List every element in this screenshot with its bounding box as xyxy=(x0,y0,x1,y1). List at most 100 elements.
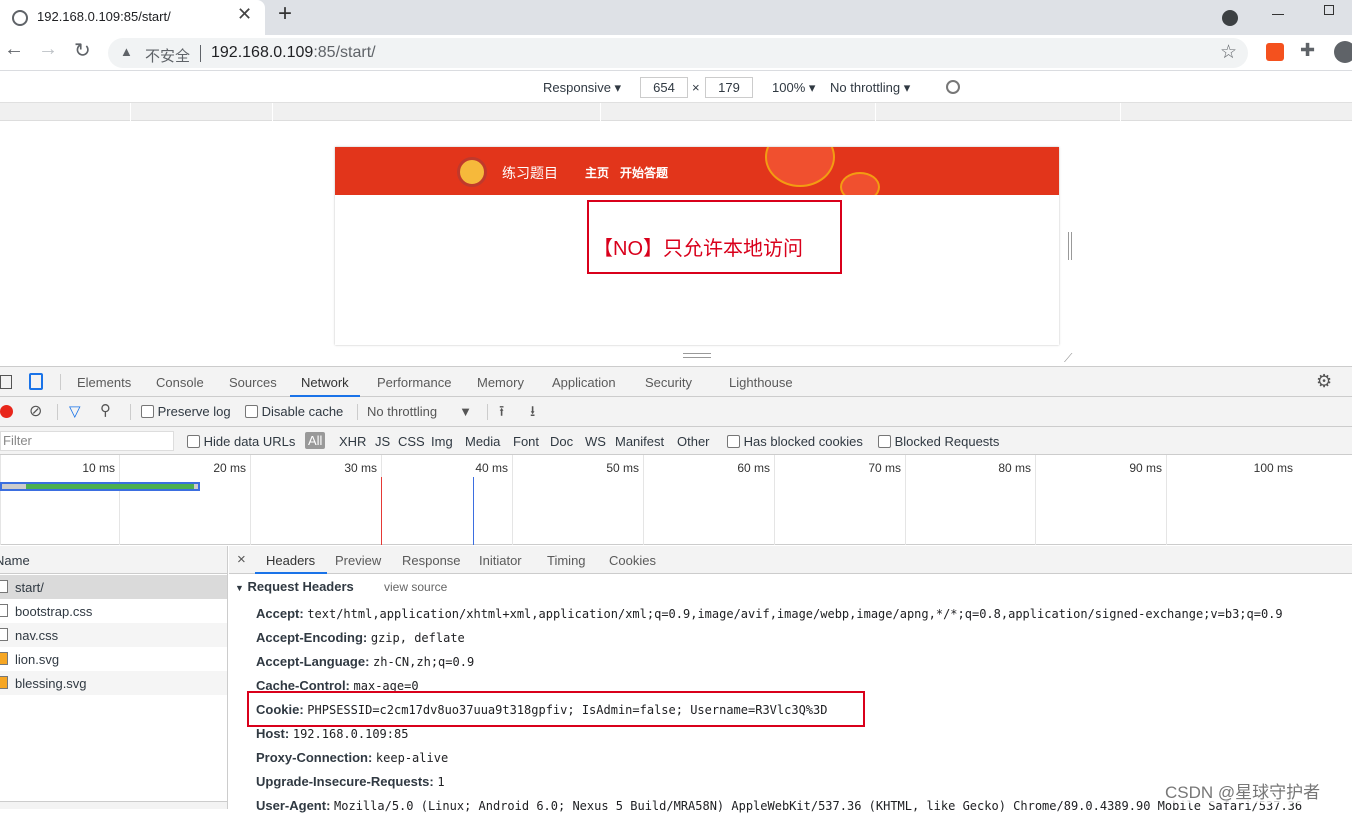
export-har-icon[interactable]: ⭳ xyxy=(530,401,535,426)
resize-handle-bottom[interactable] xyxy=(683,353,711,358)
not-secure-label[interactable]: 不安全 xyxy=(145,45,190,66)
type-filter-doc[interactable]: Doc xyxy=(550,434,573,449)
height-input[interactable]: 179 xyxy=(705,77,753,98)
zoom-select[interactable]: 100% ▾ xyxy=(772,80,815,96)
tab-sources[interactable]: Sources xyxy=(229,375,277,390)
profile-avatar[interactable] xyxy=(1334,41,1352,63)
type-filter-other[interactable]: Other xyxy=(677,434,710,449)
restore-icon[interactable] xyxy=(1324,5,1334,15)
header-name: Accept: xyxy=(256,606,304,621)
settings-gear-icon[interactable]: ⚙ xyxy=(1316,371,1332,392)
address-bar[interactable]: ▲ 不安全 192.168.0.109:85/start/ ☆ xyxy=(108,38,1248,68)
type-filter-img[interactable]: Img xyxy=(431,434,453,449)
width-input[interactable]: 654 xyxy=(640,77,688,98)
timeline-tick: 30 ms xyxy=(250,455,381,545)
tab-preview[interactable]: Preview xyxy=(335,553,381,568)
domcontentloaded-line xyxy=(473,477,474,545)
has-blocked-cookies-box xyxy=(727,435,740,448)
network-overview-timeline[interactable]: 10 ms 20 ms 30 ms 40 ms 50 ms 60 ms 70 m… xyxy=(0,455,1352,545)
mq-divider xyxy=(130,103,131,121)
header-value: text/html,application/xhtml+xml,applicat… xyxy=(307,607,1283,621)
import-har-icon[interactable]: ⭱ xyxy=(499,401,504,426)
blocked-requests-checkbox[interactable]: Blocked Requests xyxy=(878,434,999,449)
request-headers-section[interactable]: ▼ Request Headers xyxy=(235,579,354,594)
header-name: Accept-Encoding: xyxy=(256,630,368,645)
rotate-icon[interactable] xyxy=(946,80,960,94)
header-value: 192.168.0.109:85 xyxy=(292,727,409,741)
tick-label: 80 ms xyxy=(998,461,1031,475)
back-icon[interactable]: ← xyxy=(4,38,24,61)
tab-timing[interactable]: Timing xyxy=(547,553,586,568)
device-select[interactable]: Responsive ▾ xyxy=(543,80,621,96)
resize-handle-corner[interactable]: ⟋ xyxy=(1064,351,1072,366)
nav-start-link[interactable]: 开始答题 xyxy=(620,164,668,181)
type-filter-media[interactable]: Media xyxy=(465,434,500,449)
resize-handle-right[interactable] xyxy=(1068,232,1072,260)
tab-memory[interactable]: Memory xyxy=(477,375,524,390)
record-icon[interactable] xyxy=(0,405,13,418)
throttling-select[interactable]: No throttling ▾ xyxy=(830,80,910,96)
has-blocked-cookies-checkbox[interactable]: Has blocked cookies xyxy=(727,434,863,449)
url-text[interactable]: 192.168.0.109:85/start/ xyxy=(211,44,376,62)
reload-icon[interactable]: ↻ xyxy=(74,38,91,63)
type-filter-manifest[interactable]: Manifest xyxy=(615,434,664,449)
request-row[interactable]: bootstrap.css xyxy=(0,599,227,623)
tab-lighthouse[interactable]: Lighthouse xyxy=(729,375,793,390)
extension-icon[interactable] xyxy=(1266,43,1284,61)
image-icon xyxy=(0,676,8,689)
device-toolbar: Responsive ▾ 654 × 179 100% ▾ No throttl… xyxy=(0,72,1352,103)
network-throttling-select[interactable]: No throttling ▼ xyxy=(367,404,472,419)
filter-bar: Filter Hide data URLs All XHR JS CSS Img… xyxy=(0,427,1352,455)
tab-network[interactable]: Network xyxy=(301,375,349,390)
type-filter-css[interactable]: CSS xyxy=(398,434,425,449)
hide-data-urls-checkbox[interactable]: Hide data URLs xyxy=(187,434,295,449)
header-value: keep-alive xyxy=(375,751,449,765)
disable-cache-checkbox[interactable]: Disable cache xyxy=(245,404,343,419)
site-title[interactable]: 练习题目 xyxy=(502,163,558,183)
mq-divider xyxy=(600,103,601,121)
message-box: 【NO】只允许本地访问 xyxy=(587,200,842,274)
browser-tab[interactable]: 192.168.0.109:85/start/ ✕ xyxy=(0,0,265,35)
tab-performance[interactable]: Performance xyxy=(377,375,451,390)
device-toggle-icon[interactable] xyxy=(29,373,43,390)
blocked-requests-box xyxy=(878,435,891,448)
tab-headers[interactable]: Headers xyxy=(266,553,315,568)
inspect-icon[interactable] xyxy=(0,375,12,389)
type-filter-xhr[interactable]: XHR xyxy=(339,434,366,449)
type-filter-font[interactable]: Font xyxy=(513,434,539,449)
type-filter-js[interactable]: JS xyxy=(375,434,390,449)
tab-response[interactable]: Response xyxy=(402,553,461,568)
type-filter-ws[interactable]: WS xyxy=(585,434,606,449)
tab-initiator[interactable]: Initiator xyxy=(479,553,522,568)
preserve-log-checkbox[interactable]: Preserve log xyxy=(141,404,231,419)
clear-icon[interactable]: ⊘ xyxy=(29,401,42,421)
extensions-puzzle-icon[interactable]: ✚ xyxy=(1300,40,1315,61)
tab-elements[interactable]: Elements xyxy=(77,375,131,390)
close-tab-icon[interactable]: ✕ xyxy=(237,4,252,25)
close-details-button[interactable]: × xyxy=(237,551,246,568)
bookmark-star-icon[interactable]: ☆ xyxy=(1220,41,1237,64)
request-row[interactable]: nav.css xyxy=(0,623,227,647)
view-source-link[interactable]: view source xyxy=(384,580,447,594)
tab-console[interactable]: Console xyxy=(156,375,204,390)
mq-divider xyxy=(272,103,273,121)
filter-funnel-icon[interactable]: ▽ xyxy=(69,402,81,420)
search-icon[interactable]: ⚲ xyxy=(100,401,111,419)
minimize-icon[interactable] xyxy=(1272,14,1284,15)
request-row[interactable]: blessing.svg xyxy=(0,671,227,695)
type-filter-all[interactable]: All xyxy=(305,432,326,449)
new-tab-button[interactable]: + xyxy=(278,0,292,28)
nav-home-link[interactable]: 主页 xyxy=(585,164,609,181)
url-host: 192.168.0.109 xyxy=(211,44,314,61)
forward-icon[interactable]: → xyxy=(38,38,58,61)
tab-security[interactable]: Security xyxy=(645,375,692,390)
tab-application[interactable]: Application xyxy=(552,375,616,390)
request-row[interactable]: lion.svg xyxy=(0,647,227,671)
filter-input[interactable]: Filter xyxy=(0,431,174,451)
name-column-header[interactable]: Name xyxy=(0,546,227,574)
tab-search-icon[interactable] xyxy=(1222,10,1238,26)
doc-icon xyxy=(0,580,8,593)
request-row[interactable]: start/ xyxy=(0,575,227,599)
tab-cookies[interactable]: Cookies xyxy=(609,553,656,568)
media-query-bar[interactable] xyxy=(0,103,1352,121)
